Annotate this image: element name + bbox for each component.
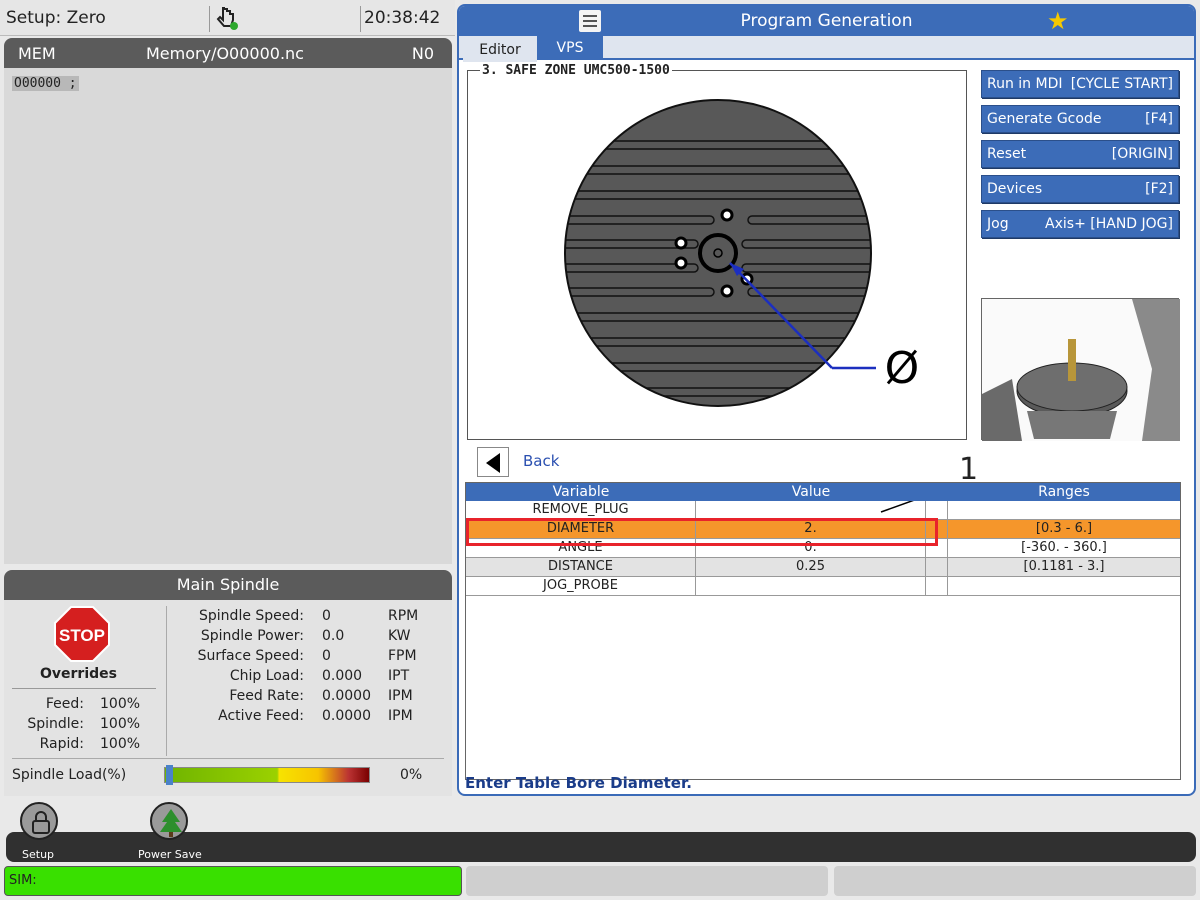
block-number: N0	[411, 44, 434, 63]
spindle-load-label: Spindle Load(%)	[12, 767, 127, 783]
override-value-feed: 100%	[100, 696, 141, 712]
column-header-ranges: Ranges	[1038, 484, 1090, 500]
divider	[12, 688, 156, 689]
variables-table: Variable Value Ranges REMOVE_PLUG DIAMET…	[465, 482, 1181, 780]
stat-label: Spindle Power:	[200, 628, 304, 644]
status-segment	[834, 866, 1196, 896]
diagram-panel: 3. SAFE ZONE UMC500-1500 Ø	[467, 63, 967, 440]
stat-label: Active Feed:	[218, 708, 304, 724]
tab-editor[interactable]: Editor	[463, 40, 537, 62]
dock-label-setup: Setup	[22, 848, 55, 861]
override-label-feed: Feed:	[45, 696, 84, 712]
stat-unit: IPM	[388, 688, 413, 704]
table-row[interactable]: JOG_PROBE	[466, 577, 1180, 596]
lock-icon[interactable]	[20, 802, 58, 840]
dock-label-power-save: Power Save	[138, 848, 202, 861]
spindle-panel: STOP Overrides Feed: 100% Spindle: 100% …	[4, 600, 452, 796]
menu-icon[interactable]	[579, 10, 601, 32]
divider	[209, 6, 210, 32]
column-header-value: Value	[791, 484, 831, 500]
divider	[166, 606, 167, 756]
program-editor[interactable]: O00000 ;	[4, 68, 452, 564]
stat-value: 0.0000	[322, 688, 371, 704]
overrides-title: Overrides	[40, 666, 117, 682]
stop-label: STOP	[59, 626, 105, 645]
spindle-header: Main Spindle	[4, 570, 452, 600]
spindle-load-value: 0%	[400, 767, 423, 783]
stat-label: Feed Rate:	[229, 688, 304, 704]
stat-unit: IPT	[388, 668, 410, 684]
stat-value: 0	[322, 648, 331, 664]
stat-value: 0.000	[322, 668, 363, 684]
machine-preview-image	[981, 298, 1180, 441]
stat-label: Spindle Speed:	[199, 608, 304, 624]
stop-icon: STOP	[54, 606, 110, 662]
divider	[12, 758, 444, 759]
stat-label: Surface Speed:	[197, 648, 304, 664]
spindle-load-bar	[164, 767, 370, 783]
diameter-symbol: Ø	[885, 343, 920, 394]
spindle-load-marker	[166, 765, 173, 785]
favorite-star-icon[interactable]: ★	[1047, 8, 1069, 34]
table-header: Variable Value Ranges	[466, 483, 1180, 501]
tree-icon[interactable]	[150, 802, 188, 840]
program-file-path: Memory/O00000.nc	[146, 44, 304, 63]
tab-bar: Editor VPS	[459, 36, 1194, 62]
generate-gcode-button[interactable]: Generate Gcode [F4]	[981, 105, 1179, 133]
run-in-mdi-button[interactable]: Run in MDI [CYCLE START]	[981, 70, 1179, 98]
stat-value: 0.0000	[322, 708, 371, 724]
clock: 20:38:42	[364, 8, 441, 28]
stat-unit: RPM	[388, 608, 419, 624]
memory-header: MEM Memory/O00000.nc N0	[4, 38, 452, 68]
mem-mode-label: MEM	[18, 44, 56, 63]
override-label-spindle: Spindle:	[27, 716, 84, 732]
stat-unit: KW	[388, 628, 411, 644]
program-generation-window: Program Generation ★ Editor VPS 3. SAFE …	[457, 4, 1196, 796]
diagram-title: 3. SAFE ZONE UMC500-1500	[480, 63, 672, 78]
sim-label: SIM:	[9, 873, 37, 888]
reset-button[interactable]: Reset [ORIGIN]	[981, 140, 1179, 168]
stat-unit: FPM	[388, 648, 417, 664]
override-label-rapid: Rapid:	[39, 736, 84, 752]
touch-hand-icon[interactable]	[212, 4, 242, 32]
devices-button[interactable]: Devices [F2]	[981, 175, 1179, 203]
stat-value: 0.0	[322, 628, 345, 644]
sim-status: SIM:	[4, 866, 462, 896]
window-title: Program Generation ★	[459, 6, 1194, 36]
stat-label: Chip Load:	[229, 668, 304, 684]
rotary-table-diagram: Ø	[564, 99, 920, 407]
input-prompt: Enter Table Bore Diameter.	[465, 774, 692, 792]
window-title-text: Program Generation	[740, 11, 913, 31]
back-link[interactable]: Back	[523, 452, 559, 470]
status-segment	[466, 866, 828, 896]
divider	[360, 6, 361, 32]
tab-vps[interactable]: VPS	[537, 36, 603, 60]
setup-mode-label: Setup: Zero	[6, 8, 106, 28]
program-line[interactable]: O00000 ;	[12, 76, 79, 91]
override-value-rapid: 100%	[100, 736, 141, 752]
stat-value: 0	[322, 608, 331, 624]
column-header-blank	[926, 483, 948, 501]
back-arrow-icon[interactable]	[477, 447, 509, 477]
jog-button[interactable]: Jog Axis+ [HAND JOG]	[981, 210, 1179, 238]
top-status-bar: Setup: Zero 20:38:42	[0, 0, 455, 36]
table-row[interactable]: DISTANCE 0.25 [0.1181 - 3.]	[466, 558, 1180, 577]
column-header-variable: Variable	[552, 484, 610, 500]
stat-unit: IPM	[388, 708, 413, 724]
override-value-spindle: 100%	[100, 716, 141, 732]
selection-highlight-outline	[466, 518, 938, 546]
